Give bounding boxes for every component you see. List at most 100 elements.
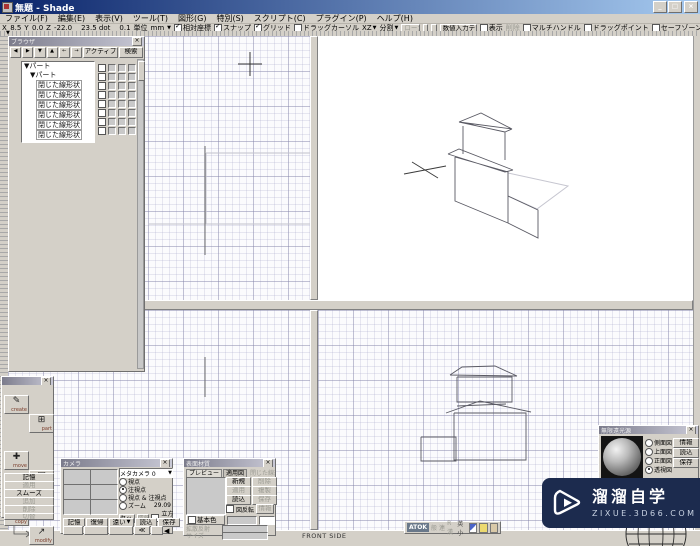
camera-title-bar[interactable]: カメラ × bbox=[61, 459, 172, 467]
menu-edit[interactable]: 編集(E) bbox=[53, 14, 90, 23]
flag-cell[interactable] bbox=[128, 81, 136, 90]
atok-mode[interactable]: R漢 bbox=[447, 520, 455, 536]
atok-hand-icon[interactable] bbox=[489, 522, 498, 533]
atok-mode[interactable]: 般 bbox=[431, 523, 437, 532]
flag-cell[interactable] bbox=[118, 72, 126, 81]
menu-script[interactable]: スクリプト(C) bbox=[249, 14, 311, 23]
tree-item-closed-line[interactable]: 閉じた線形状 bbox=[36, 90, 82, 100]
scrollbar-thumb[interactable] bbox=[138, 61, 145, 81]
menu-special[interactable]: 特別(S) bbox=[211, 14, 248, 23]
speaker-icon[interactable]: ◀ bbox=[164, 527, 169, 535]
search-button[interactable]: 検索 bbox=[119, 47, 144, 58]
atok-panel-icon[interactable] bbox=[468, 522, 478, 533]
atok-mode[interactable]: 英小 bbox=[457, 519, 467, 537]
flag-cell[interactable] bbox=[108, 81, 116, 90]
flag-cell[interactable] bbox=[118, 99, 126, 108]
flag-cell[interactable] bbox=[118, 90, 126, 99]
visibility-checkbox[interactable] bbox=[98, 117, 106, 126]
flag-cell[interactable] bbox=[118, 108, 126, 117]
browser-title-bar[interactable]: ブラウザ × bbox=[9, 37, 144, 46]
flag-cell[interactable] bbox=[128, 108, 136, 117]
flag-cell[interactable] bbox=[108, 126, 116, 135]
nav-back-icon[interactable]: ← bbox=[58, 47, 70, 58]
close-icon[interactable]: × bbox=[41, 377, 51, 385]
title-bar[interactable]: 無題 - Shade _ □ × bbox=[0, 0, 700, 14]
menu-shape[interactable]: 図形(G) bbox=[173, 14, 211, 23]
flag-cell[interactable] bbox=[108, 63, 116, 72]
visibility-checkbox[interactable] bbox=[98, 126, 106, 135]
menu-file[interactable]: ファイル(F) bbox=[0, 14, 53, 23]
tool-move-button[interactable]: ✚ move bbox=[4, 451, 29, 470]
flag-cell[interactable] bbox=[118, 81, 126, 90]
close-icon[interactable]: × bbox=[263, 459, 273, 467]
close-icon[interactable]: × bbox=[132, 37, 142, 46]
atok-brand-chip[interactable]: ATOK bbox=[407, 523, 430, 532]
toggle-button[interactable]: 切替 bbox=[4, 513, 54, 520]
nav-up-icon[interactable]: ▲ bbox=[46, 47, 58, 58]
save-button[interactable]: 保存 bbox=[673, 458, 699, 468]
visibility-checkbox[interactable] bbox=[98, 108, 106, 117]
camera-thumb-cell[interactable] bbox=[90, 499, 118, 515]
radio-icon[interactable] bbox=[645, 447, 653, 456]
minimize-button[interactable]: _ bbox=[653, 1, 667, 13]
flag-cell[interactable] bbox=[118, 63, 126, 72]
flag-cell[interactable] bbox=[128, 72, 136, 81]
browser-scrollbar[interactable] bbox=[137, 59, 145, 369]
radio-front-view[interactable]: 正面図 bbox=[645, 456, 672, 465]
flag-cell[interactable] bbox=[108, 108, 116, 117]
flag-cell[interactable] bbox=[108, 99, 116, 108]
nav-forward-icon[interactable]: → bbox=[70, 47, 83, 58]
material-title-bar[interactable]: 表面材質 × bbox=[184, 459, 275, 467]
tab-applied-shapes[interactable]: 適用図 bbox=[223, 468, 248, 477]
menu-plugin[interactable]: プラグイン(P) bbox=[311, 14, 372, 23]
tree-item-part[interactable]: ▼パート bbox=[22, 71, 94, 80]
tree-item-closed-line[interactable]: 閉じた線形状 bbox=[36, 80, 82, 90]
tree-item-closed-line[interactable]: 閉じた線形状 bbox=[36, 110, 82, 120]
camera-thumb-cell[interactable] bbox=[63, 469, 91, 485]
rewind-button[interactable]: ≪ bbox=[134, 526, 150, 535]
load-button[interactable]: 読込 bbox=[673, 448, 699, 458]
visibility-checkbox[interactable] bbox=[98, 81, 106, 90]
radio-icon[interactable] bbox=[645, 456, 653, 465]
tab-preview[interactable]: プレビュー bbox=[186, 468, 223, 477]
flag-cell[interactable] bbox=[118, 117, 126, 126]
nav-left-icon[interactable]: ◀ bbox=[10, 47, 22, 58]
close-icon[interactable]: × bbox=[160, 459, 170, 467]
vertical-splitter-bottom[interactable] bbox=[310, 310, 318, 530]
close-button[interactable]: × bbox=[684, 1, 698, 13]
radio-side-view[interactable]: 側面図 bbox=[645, 438, 672, 447]
tree-item-closed-line[interactable]: 閉じた線形状 bbox=[36, 130, 82, 140]
atok-mode[interactable]: 連 bbox=[439, 523, 445, 532]
camera-thumb-cell[interactable] bbox=[63, 484, 91, 500]
flag-cell[interactable] bbox=[108, 90, 116, 99]
viewport-perspective-view[interactable] bbox=[318, 36, 693, 300]
flag-cell[interactable] bbox=[128, 99, 136, 108]
camera-thumb-cell[interactable] bbox=[63, 499, 91, 515]
extra-button[interactable] bbox=[109, 526, 133, 535]
camera-thumb-cell[interactable] bbox=[90, 469, 118, 485]
light-sphere-preview[interactable] bbox=[601, 436, 643, 478]
step-button[interactable] bbox=[151, 526, 163, 535]
visibility-checkbox[interactable] bbox=[98, 90, 106, 99]
flag-cell[interactable] bbox=[128, 126, 136, 135]
tool-palette-title-bar[interactable]: × bbox=[2, 377, 53, 385]
vertical-splitter-top[interactable] bbox=[310, 36, 318, 300]
radio-top-view[interactable]: 上面図 bbox=[645, 447, 672, 456]
menu-view[interactable]: 表示(V) bbox=[90, 14, 128, 23]
radio-perspective-view[interactable]: 透視図 bbox=[645, 465, 672, 474]
tool-part-button[interactable]: ⊞ part bbox=[29, 414, 54, 433]
size-field[interactable] bbox=[222, 531, 268, 540]
menu-help[interactable]: ヘルプ(H) bbox=[372, 14, 418, 23]
visibility-checkbox[interactable] bbox=[98, 72, 106, 81]
radio-icon[interactable] bbox=[645, 465, 653, 474]
info-button[interactable]: 情報 bbox=[256, 504, 275, 514]
flag-cell[interactable] bbox=[128, 90, 136, 99]
extra-button[interactable] bbox=[63, 526, 83, 535]
menu-tool[interactable]: ツール(T) bbox=[128, 14, 173, 23]
flag-cell[interactable] bbox=[118, 126, 126, 135]
radio-icon[interactable] bbox=[645, 438, 653, 447]
tree-item-closed-line[interactable]: 閉じた線形状 bbox=[36, 120, 82, 130]
close-icon[interactable]: × bbox=[686, 426, 696, 434]
atok-note-icon[interactable] bbox=[479, 522, 488, 533]
flag-cell[interactable] bbox=[128, 63, 136, 72]
